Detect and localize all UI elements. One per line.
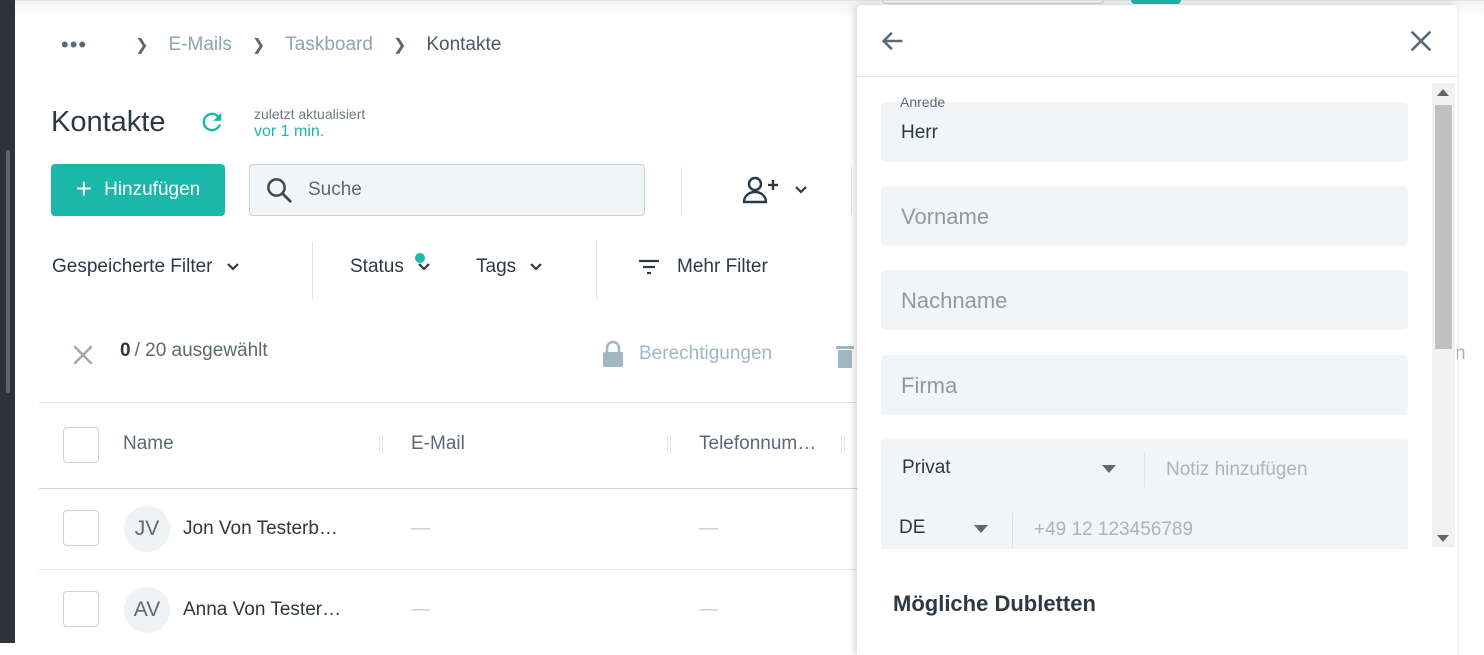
- phone-type-select[interactable]: Privat: [902, 457, 1142, 487]
- column-header-name[interactable]: Name: [123, 433, 174, 455]
- row-checkbox[interactable]: [63, 510, 99, 546]
- close-icon[interactable]: [1407, 27, 1435, 55]
- divider: [39, 402, 889, 403]
- add-button-label: Hinzufügen: [104, 179, 201, 200]
- search-icon: [267, 178, 292, 203]
- refresh-icon[interactable]: [198, 108, 226, 136]
- breadcrumb-emails[interactable]: E-Mails: [169, 34, 232, 56]
- chevron-down-icon: [795, 186, 807, 194]
- add-contact-panel: Anrede Herr Vorname Nachname Firma Priva…: [857, 5, 1457, 655]
- filter-divider: [312, 242, 313, 300]
- selected-total: / 20 ausgewählt: [134, 340, 268, 361]
- company-placeholder: Firma: [901, 373, 958, 398]
- more-filters-label: Mehr Filter: [677, 256, 768, 277]
- phone-divider: [1144, 453, 1145, 487]
- avatar: AV: [124, 587, 170, 633]
- contact-name[interactable]: Anna Von Tester…: [183, 599, 341, 621]
- firstname-field[interactable]: Vorname: [881, 186, 1408, 246]
- add-button[interactable]: + Hinzufügen: [51, 164, 225, 216]
- selected-count: 0: [120, 340, 131, 361]
- status-filter-label: Status: [350, 256, 404, 277]
- chevron-right-icon: ❯: [392, 37, 407, 54]
- scrollbar-thumb[interactable]: [1435, 105, 1452, 349]
- country-value: DE: [899, 517, 926, 538]
- chevron-right-icon: ❯: [251, 37, 266, 54]
- clear-selection-icon[interactable]: [70, 342, 96, 368]
- chevron-down-icon: [530, 263, 542, 271]
- last-updated-label: zuletzt aktualisiert: [254, 106, 366, 122]
- add-person-icon: [742, 176, 778, 204]
- tags-filter-dropdown[interactable]: Tags: [476, 256, 544, 278]
- contact-phone: —: [699, 599, 718, 620]
- contact-email: —: [411, 599, 430, 620]
- contact-phone: —: [699, 518, 718, 539]
- search-box[interactable]: [249, 164, 645, 216]
- breadcrumb: ••• ❯ E-Mails ❯ Taskboard ❯ Kontakte: [61, 32, 501, 58]
- company-field[interactable]: Firma: [881, 355, 1408, 415]
- plus-icon: +: [75, 172, 93, 204]
- column-header-email[interactable]: E-Mail: [411, 433, 465, 455]
- page-title: Kontakte: [51, 106, 166, 138]
- left-scrollbar[interactable]: [6, 150, 10, 393]
- country-select[interactable]: DE: [899, 517, 1009, 545]
- panel-scrollbar[interactable]: [1432, 83, 1455, 547]
- phone-type-value: Privat: [902, 457, 951, 478]
- lock-icon: [603, 340, 623, 367]
- lastname-placeholder: Nachname: [901, 288, 1008, 313]
- breadcrumb-taskboard[interactable]: Taskboard: [285, 34, 373, 56]
- tags-filter-label: Tags: [476, 256, 517, 277]
- search-input[interactable]: [308, 179, 628, 201]
- delete-icon[interactable]: [835, 344, 855, 370]
- column-resize-handle[interactable]: [841, 436, 845, 454]
- row-divider: [39, 569, 889, 570]
- filter-icon: [639, 259, 659, 275]
- column-resize-handle[interactable]: [379, 436, 383, 454]
- last-updated-time: vor 1 min.: [254, 123, 325, 140]
- phone-number-field[interactable]: +49 12 123456789: [1034, 519, 1193, 541]
- select-all-checkbox[interactable]: [63, 427, 99, 463]
- avatar: JV: [124, 506, 170, 552]
- left-window-bar: [0, 0, 15, 643]
- phone-section: Privat Notiz hinzufügen DE +49 12 123456…: [881, 439, 1408, 549]
- dropdown-arrow-icon: [974, 525, 988, 533]
- breadcrumb-current: Kontakte: [426, 34, 502, 55]
- permissions-label: Berechtigungen: [639, 343, 773, 364]
- toolbar-divider: [681, 167, 682, 215]
- status-active-dot: [415, 253, 425, 263]
- contact-name[interactable]: Jon Von Testerb…: [183, 518, 338, 540]
- filter-divider: [596, 242, 597, 300]
- selection-bar: 0 / 20 ausgewählt: [70, 340, 268, 365]
- firstname-placeholder: Vorname: [901, 204, 990, 229]
- saved-filters-dropdown[interactable]: Gespeicherte Filter: [52, 256, 241, 278]
- back-arrow-icon[interactable]: [879, 27, 907, 55]
- row-checkbox[interactable]: [63, 591, 99, 627]
- salutation-label: Anrede: [900, 94, 946, 110]
- more-filters-button[interactable]: Mehr Filter: [637, 256, 768, 278]
- chevron-down-icon: [226, 263, 239, 271]
- salutation-value: Herr: [901, 122, 938, 143]
- column-resize-handle[interactable]: [667, 436, 671, 454]
- add-contact-menu[interactable]: [741, 174, 809, 206]
- panel-header: [857, 5, 1457, 77]
- phone-divider: [1012, 513, 1013, 549]
- duplicates-heading: Mögliche Dubletten: [893, 591, 1096, 616]
- chevron-right-icon: ❯: [135, 37, 149, 54]
- contact-email: —: [411, 518, 430, 539]
- lastname-field[interactable]: Nachname: [881, 270, 1408, 330]
- permissions-button[interactable]: Berechtigungen: [601, 340, 772, 368]
- column-header-phone[interactable]: Telefonnum…: [699, 433, 816, 455]
- scroll-up-icon[interactable]: [1437, 89, 1449, 96]
- dropdown-arrow-icon: [1102, 465, 1116, 473]
- last-updated: zuletzt aktualisiert vor 1 min.: [254, 106, 365, 141]
- table-header-divider: [39, 488, 889, 489]
- scroll-down-icon[interactable]: [1437, 535, 1449, 542]
- saved-filters-label: Gespeicherte Filter: [52, 256, 213, 277]
- salutation-field[interactable]: Anrede Herr: [881, 94, 1408, 162]
- breadcrumb-more-button[interactable]: •••: [61, 32, 87, 58]
- phone-note-field[interactable]: Notiz hinzufügen: [1166, 459, 1308, 481]
- toolbar-divider: [851, 167, 852, 215]
